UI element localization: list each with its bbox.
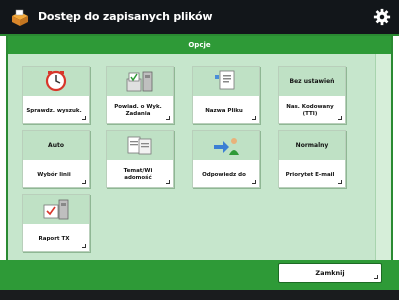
tile-tx-report[interactable]: Raport TX	[22, 194, 90, 252]
tile-line-selection[interactable]: Auto Wybór linii	[22, 130, 90, 188]
tile-email-priority[interactable]: Normalny Priorytet E-mail	[278, 130, 346, 188]
tile-label: Odpowiedz do	[202, 171, 246, 178]
tx-report-icon	[43, 199, 69, 220]
tile-label: Nazwa Pliku	[205, 107, 243, 114]
tile-header: Normalny	[295, 142, 329, 149]
tile-label: Wybór linii	[37, 171, 71, 178]
tile-header: Bez ustawień	[289, 78, 335, 85]
gear-icon[interactable]	[373, 8, 391, 26]
footer-bar: Zamknij	[0, 260, 399, 290]
status-strip	[0, 290, 399, 300]
tile-label: Sprawdz. wyszuk.	[26, 107, 82, 114]
document-message-icon	[127, 136, 152, 155]
file-name-icon	[215, 70, 235, 90]
tile-label: Raport TX	[38, 235, 70, 242]
tile-file-name[interactable]: Nazwa Pliku	[192, 66, 260, 124]
clock-icon	[45, 70, 67, 92]
close-button[interactable]: Zamknij	[278, 263, 382, 283]
scrollbar[interactable]	[375, 54, 391, 260]
tile-reply-to[interactable]: Odpowiedz do	[192, 130, 260, 188]
title-bar: Dostęp do zapisanych plików	[0, 0, 399, 36]
tile-job-notification[interactable]: Powiad. o Wyk. Zadania	[106, 66, 174, 124]
reply-to-icon	[214, 138, 239, 155]
tile-label: Nas. Kodowany (TTI)	[286, 104, 334, 117]
close-button-label: Zamknij	[315, 269, 345, 277]
tile-subject-message[interactable]: Temat/Wi adomość	[106, 130, 174, 188]
tile-label: Powiad. o Wyk. Zadania	[114, 104, 162, 117]
options-header: Opcje	[8, 36, 391, 54]
tile-label: Priorytet E-mail	[285, 171, 335, 178]
options-panel: Opcje Sprawdz. wyszuk. Powiad. o Wyk. Za…	[6, 36, 393, 260]
tile-label: Temat/Wi adomość	[123, 168, 153, 181]
window-title: Dostęp do zapisanych plików	[38, 10, 213, 23]
tile-header: Auto	[48, 142, 64, 149]
tile-encrypted-tti[interactable]: Bez ustawień Nas. Kodowany (TTI)	[278, 66, 346, 124]
notify-job-icon	[126, 71, 153, 92]
tile-check-search[interactable]: Sprawdz. wyszuk.	[22, 66, 90, 124]
folder-box-icon	[12, 9, 28, 26]
